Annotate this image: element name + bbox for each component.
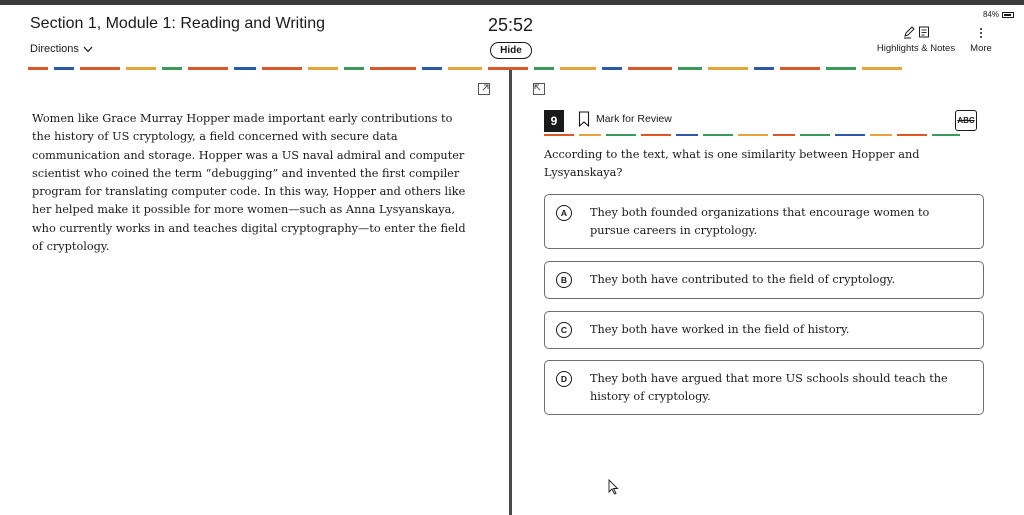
battery-indicator: 84%: [983, 10, 1014, 19]
choice-text-d: They both have argued that more US schoo…: [590, 372, 948, 403]
passage-text[interactable]: Women like Grace Murray Hopper made impo…: [32, 110, 472, 256]
chevron-down-icon: [83, 46, 93, 52]
more-button[interactable]: More: [966, 25, 996, 54]
answer-choice-d[interactable]: D They both have argued that more US sch…: [544, 360, 984, 415]
collapse-icon[interactable]: [533, 83, 545, 95]
vertical-dots-icon: [966, 25, 996, 40]
question-number: 9: [544, 110, 564, 132]
abc-strikethrough-icon[interactable]: ABC: [955, 110, 977, 131]
countdown-timer: 25:52: [488, 15, 534, 35]
answer-choice-c[interactable]: C They both have worked in the field of …: [544, 311, 984, 349]
choice-letter-d: D: [556, 371, 572, 387]
question-pane: 9 Mark for Review ABC According to the t…: [512, 70, 1024, 515]
abc-label: ABC: [957, 116, 975, 125]
mouse-cursor-icon: [608, 479, 619, 495]
choice-letter-a: A: [556, 205, 572, 221]
choice-letter-c: C: [556, 322, 572, 338]
answer-choice-a[interactable]: A They both founded organizations that e…: [544, 194, 984, 249]
highlights-notes-label: Highlights & Notes: [876, 43, 956, 54]
note-icon: [918, 26, 929, 38]
mark-for-review-button[interactable]: Mark for Review: [578, 111, 672, 127]
more-label: More: [970, 43, 992, 54]
hide-timer-button[interactable]: Hide: [490, 42, 532, 59]
choice-text-a: They both founded organizations that enc…: [590, 206, 930, 237]
answer-choice-b[interactable]: B They both have contributed to the fiel…: [544, 261, 984, 299]
exam-header: Section 1, Module 1: Reading and Writing…: [0, 5, 1024, 67]
choice-text-c: They both have worked in the field of hi…: [590, 323, 850, 336]
mark-for-review-label: Mark for Review: [596, 113, 672, 125]
question-prompt: According to the text, what is one simil…: [544, 148, 920, 180]
choice-letter-b: B: [556, 272, 572, 288]
battery-icon: [1002, 11, 1014, 18]
bookmark-icon: [578, 111, 590, 127]
pen-icon: [903, 26, 915, 39]
highlights-notes-button[interactable]: Highlights & Notes: [874, 25, 958, 54]
question-divider: [544, 134, 977, 136]
passage-pane: Women like Grace Murray Hopper made impo…: [0, 70, 509, 515]
battery-percent: 84%: [982, 10, 999, 19]
directions-button[interactable]: Directions: [30, 43, 93, 55]
expand-icon[interactable]: [478, 83, 490, 95]
section-title: Section 1, Module 1: Reading and Writing: [30, 15, 325, 32]
directions-label: Directions: [30, 43, 79, 55]
choice-text-b: They both have contributed to the field …: [590, 273, 896, 286]
